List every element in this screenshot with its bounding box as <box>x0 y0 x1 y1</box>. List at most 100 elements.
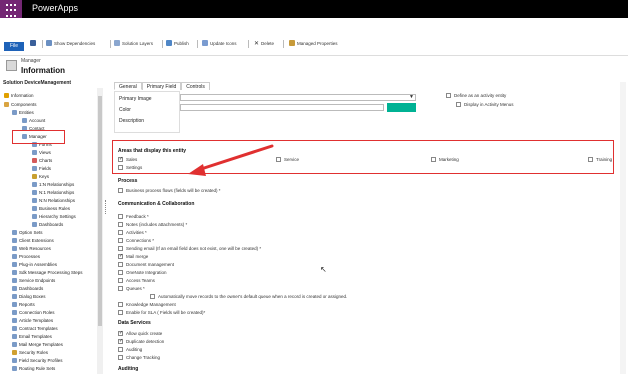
reports-icon <box>12 302 17 307</box>
plugin-icon <box>12 262 17 267</box>
auto-move-queue-checkbox[interactable]: Automatically move records to the owner'… <box>150 294 347 299</box>
checkbox-label: Feedback * <box>126 214 149 219</box>
save-button[interactable] <box>30 40 36 46</box>
tree-item-dashboards[interactable]: Dashboards <box>12 285 43 292</box>
checkbox-label: Mail merge <box>126 254 149 259</box>
tree-item-n1-relationships[interactable]: N:1 Relationships <box>32 189 74 196</box>
solution-layers-button[interactable]: Solution Layers <box>114 40 153 46</box>
tree-item-routing-rule-sets[interactable]: Routing Rule Sets <box>12 365 55 372</box>
tab-controls[interactable]: Controls <box>181 82 210 90</box>
tree-item-components[interactable]: Components <box>4 101 37 108</box>
delete-button[interactable]: ✕ Delete <box>254 40 274 47</box>
update-icons-button[interactable]: Update Icons <box>202 40 237 46</box>
info-icon <box>4 93 9 98</box>
tree-item-label: Plug-in Assemblies <box>19 262 58 267</box>
tree-item-plugin-assemblies[interactable]: Plug-in Assemblies <box>12 261 57 268</box>
menu-description[interactable]: Description <box>119 118 144 124</box>
connections-checkbox[interactable]: Connections * <box>118 238 154 243</box>
tree-item-contract-templates[interactable]: Contract Templates <box>12 325 58 332</box>
tree-item-account[interactable]: Account <box>22 117 45 124</box>
notes-checkbox[interactable]: Notes (includes attachments) * <box>118 222 187 227</box>
tab-strip: General Primary Field Controls <box>114 82 210 90</box>
document-management-checkbox[interactable]: Document management <box>118 262 174 267</box>
tree-item-service-endpoints[interactable]: Service Endpoints <box>12 277 55 284</box>
tree-item-entity-dashboards[interactable]: Dashboards <box>32 221 63 228</box>
checkbox-icon <box>150 294 155 299</box>
activities-checkbox[interactable]: Activities * <box>118 230 147 235</box>
tab-primary-field[interactable]: Primary Field <box>141 82 182 90</box>
areas-highlight <box>112 140 614 174</box>
enable-sla-checkbox[interactable]: Enable for SLA ( Fields will be created)… <box>118 310 205 315</box>
tree-item-label: Fields <box>39 166 52 171</box>
tree-item-label: Option Sets <box>19 230 43 235</box>
color-swatch-button[interactable] <box>387 103 416 112</box>
tree-item-dialog-boxes[interactable]: Dialog Boxes <box>12 293 46 300</box>
tree-item-field-security-profiles[interactable]: Field Security Profiles <box>12 357 63 364</box>
queues-checkbox[interactable]: Queues * <box>118 286 145 291</box>
tree-item-fields[interactable]: Fields <box>32 165 51 172</box>
tree-item-label: Hierarchy Settings <box>39 214 76 219</box>
scrollbar-thumb[interactable] <box>98 96 102 326</box>
area-service-checkbox[interactable]: Service <box>276 157 299 162</box>
checkbox-label: Automatically move records to the owner'… <box>158 294 348 299</box>
checkbox-label: Service <box>284 157 300 162</box>
knowledge-management-checkbox[interactable]: Knowledge Management <box>118 302 176 307</box>
mail-merge-checkbox[interactable]: Mail merge <box>118 253 149 259</box>
define-activity-checkbox[interactable]: Define as an activity entity <box>446 93 506 98</box>
change-tracking-checkbox[interactable]: Change Tracking <box>118 355 160 360</box>
tree-item-label: Account <box>29 118 46 123</box>
tree-item-nn-relationships[interactable]: N:N Relationships <box>32 197 75 204</box>
tree-item-processes[interactable]: Processes <box>12 253 40 260</box>
tree-item-information[interactable]: Information <box>4 92 34 99</box>
tab-general[interactable]: General <box>114 82 142 90</box>
tree-item-hierarchy-settings[interactable]: Hierarchy Settings <box>32 213 76 220</box>
tree-item-security-roles[interactable]: Security Roles <box>12 349 48 356</box>
tree-item-article-templates[interactable]: Article Templates <box>12 317 53 324</box>
tree-item-views[interactable]: Views <box>32 149 51 156</box>
managed-properties-button[interactable]: Managed Properties <box>289 40 338 46</box>
onenote-integration-checkbox[interactable]: OneNote Integration <box>118 270 167 275</box>
tree-item-client-extensions[interactable]: Client Extensions <box>12 237 54 244</box>
data-services-title: Data Services <box>118 320 151 326</box>
managed-properties-label: Managed Properties <box>297 40 338 46</box>
tree-item-business-rules[interactable]: Business Rules <box>32 205 70 212</box>
checkbox-icon <box>118 230 123 235</box>
area-settings-checkbox[interactable]: Settings <box>118 165 142 170</box>
area-sales-checkbox[interactable]: Sales <box>118 156 137 162</box>
tree-item-1n-relationships[interactable]: 1:N Relationships <box>32 181 74 188</box>
tree-item-reports[interactable]: Reports <box>12 301 35 308</box>
business-process-flows-checkbox[interactable]: Business process flows (fields will be c… <box>118 188 221 193</box>
process-title: Process <box>118 178 138 184</box>
tree-item-mail-merge-templates[interactable]: Mail Merge Templates <box>12 341 63 348</box>
form-scrollbar[interactable] <box>620 82 626 374</box>
display-activity-menus-checkbox[interactable]: Display in Activity Menus <box>456 102 514 107</box>
menu-primary-image[interactable]: Primary Image <box>119 96 152 102</box>
tree-item-entities[interactable]: Entities <box>12 109 34 116</box>
publish-button[interactable]: Publish <box>166 40 189 46</box>
pane-splitter[interactable] <box>105 200 107 214</box>
tree-item-sdk-steps[interactable]: Sdk Message Processing Steps <box>12 269 83 276</box>
checkbox-label: Training <box>596 157 613 162</box>
allow-quick-create-checkbox[interactable]: Allow quick create <box>118 330 162 336</box>
tree-item-web-resources[interactable]: Web Resources <box>12 245 51 252</box>
access-teams-checkbox[interactable]: Access Teams <box>118 278 155 283</box>
primary-image-select[interactable] <box>180 94 416 101</box>
file-button[interactable]: File <box>4 42 24 51</box>
area-marketing-checkbox[interactable]: Marketing <box>431 157 459 162</box>
tree-item-keys[interactable]: Keys <box>32 173 49 180</box>
tree-item-charts[interactable]: Charts <box>32 157 52 164</box>
app-launcher-icon[interactable] <box>0 0 22 18</box>
feedback-checkbox[interactable]: Feedback * <box>118 214 149 219</box>
color-field[interactable] <box>180 104 384 111</box>
show-dependencies-button[interactable]: Show Dependencies <box>46 40 95 46</box>
menu-color[interactable]: Color <box>119 107 131 113</box>
tree-scrollbar[interactable] <box>97 88 103 374</box>
tree-item-option-sets[interactable]: Option Sets <box>12 229 43 236</box>
tree-item-label: Components <box>11 102 37 107</box>
area-training-checkbox[interactable]: Training <box>588 157 612 162</box>
tree-item-connection-roles[interactable]: Connection Roles <box>12 309 55 316</box>
auditing-checkbox[interactable]: Auditing <box>118 347 142 352</box>
tree-item-email-templates[interactable]: Email Templates <box>12 333 52 340</box>
duplicate-detection-checkbox[interactable]: Duplicate detection <box>118 338 164 344</box>
sending-email-checkbox[interactable]: Sending email (If an email field does no… <box>118 246 261 251</box>
